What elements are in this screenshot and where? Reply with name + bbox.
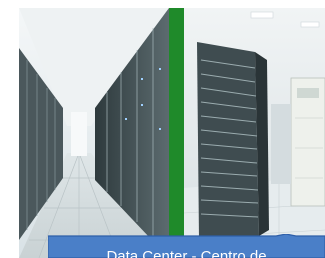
room-right-panel (183, 8, 325, 258)
data-center-photo (19, 8, 325, 258)
aisle-left-panel (19, 8, 169, 258)
green-divider (169, 8, 184, 258)
caption-banner: Data Center - Centro de (48, 234, 325, 258)
caption-text: Data Center - Centro de (106, 248, 267, 258)
photo-scene (19, 8, 325, 258)
